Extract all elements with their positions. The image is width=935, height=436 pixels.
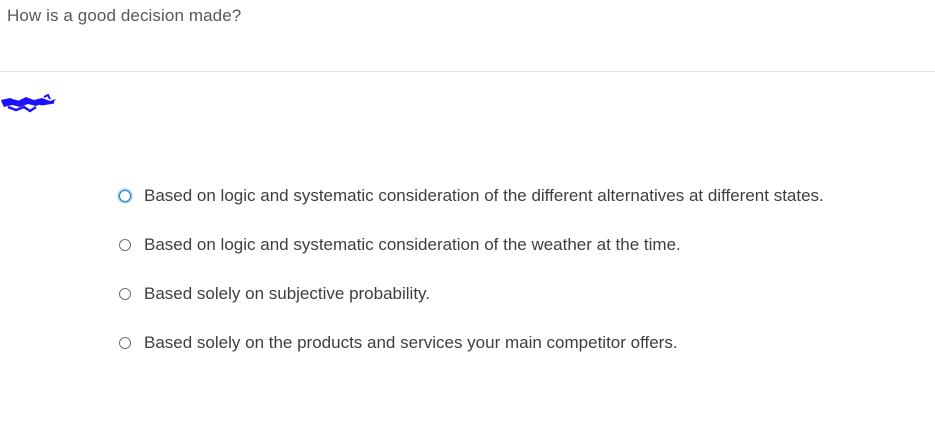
radio-button-2[interactable] xyxy=(119,239,131,251)
answer-option-4[interactable]: Based solely on the products and service… xyxy=(119,330,824,356)
answer-option-3[interactable]: Based solely on subjective probability. xyxy=(119,281,824,307)
radio-button-1[interactable] xyxy=(119,190,131,202)
answer-option-label: Based on logic and systematic considerat… xyxy=(144,186,824,205)
answer-option-label: Based on logic and systematic considerat… xyxy=(144,235,681,254)
redaction-scribble xyxy=(1,93,56,113)
radio-button-3[interactable] xyxy=(119,288,131,300)
answer-option-label: Based solely on subjective probability. xyxy=(144,284,431,303)
question-text: How is a good decision made? xyxy=(7,6,242,25)
answer-option-label: Based solely on the products and service… xyxy=(144,333,678,352)
radio-button-4[interactable] xyxy=(119,337,131,349)
quiz-page: How is a good decision made? Based on lo… xyxy=(0,0,935,436)
answer-option-1[interactable]: Based on logic and systematic considerat… xyxy=(119,183,824,209)
answer-option-2[interactable]: Based on logic and systematic considerat… xyxy=(119,232,824,258)
divider xyxy=(0,71,935,72)
answer-options: Based on logic and systematic considerat… xyxy=(119,183,824,379)
